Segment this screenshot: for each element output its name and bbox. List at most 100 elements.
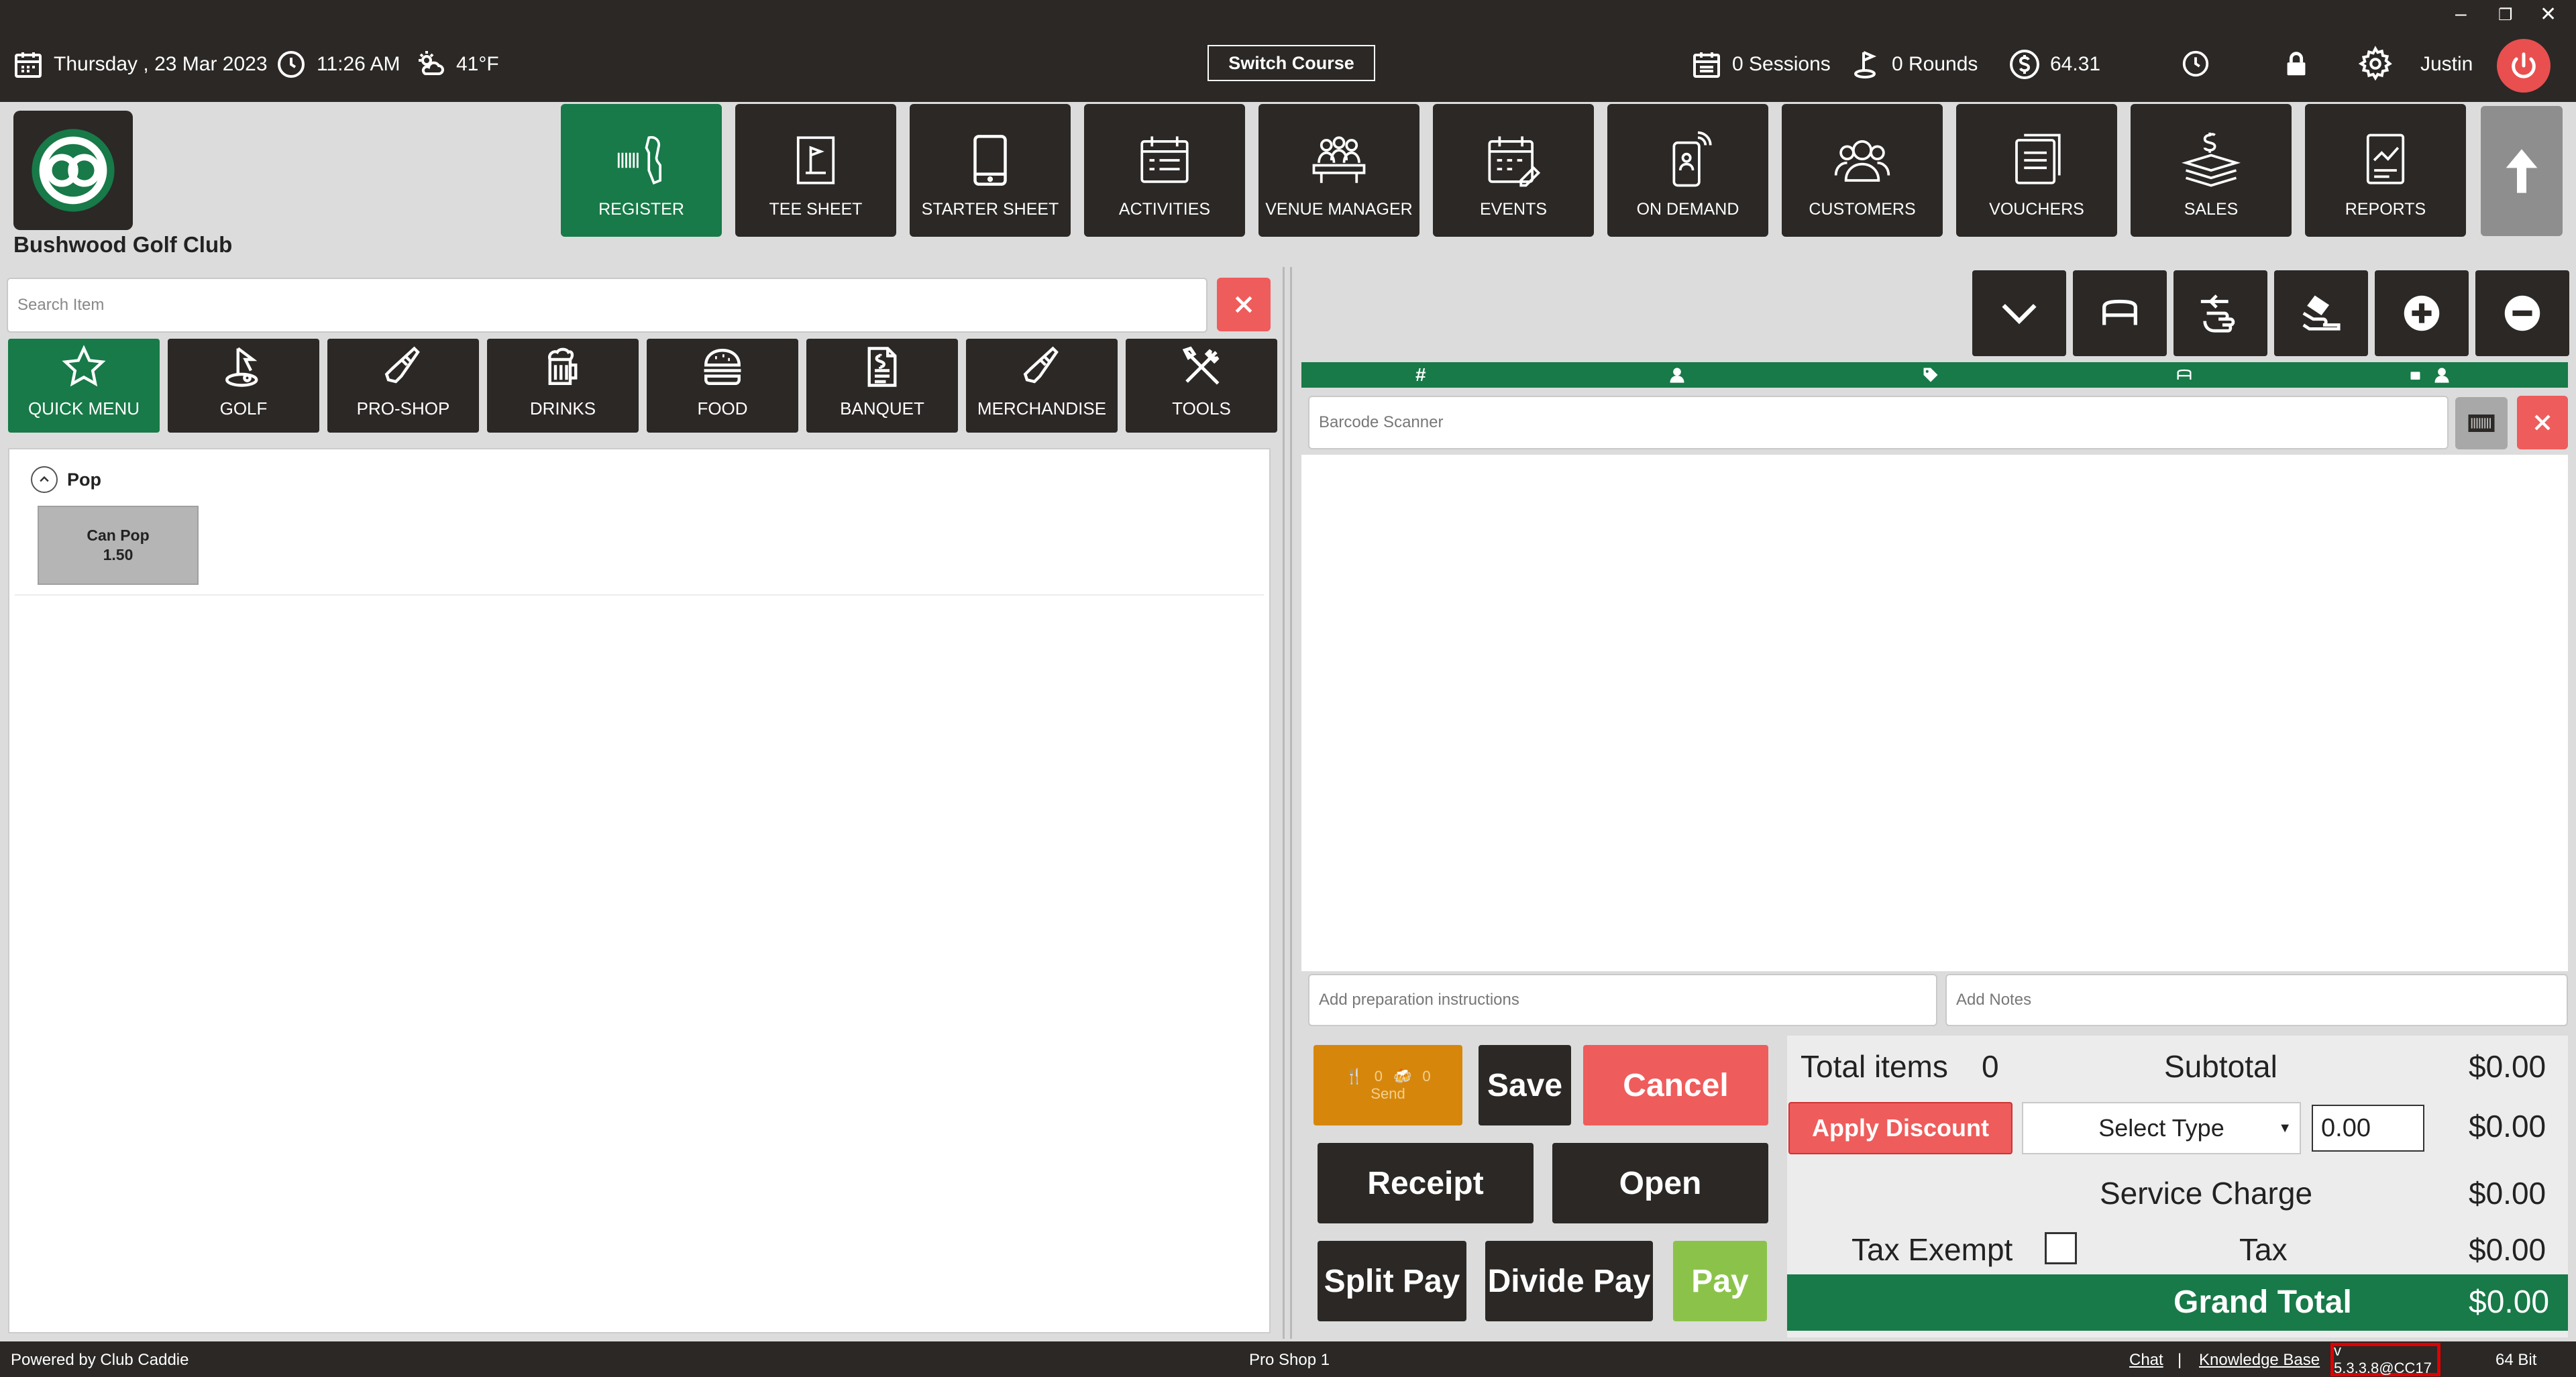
nav-label: ACTIVITIES	[1118, 200, 1211, 219]
nav-label: CUSTOMERS	[1809, 200, 1916, 219]
history-clock-icon[interactable]	[2180, 48, 2211, 79]
category-label: PRO-SHOP	[356, 398, 450, 419]
sessions-calendar-icon	[1693, 52, 1720, 78]
collapse-header-button[interactable]	[2481, 106, 2563, 236]
tablet-icon	[973, 135, 1007, 186]
category-drinks[interactable]: DRINKS	[487, 339, 639, 433]
order-notes-input[interactable]	[1945, 974, 2568, 1026]
nav-sales[interactable]: SALES	[2131, 104, 2292, 237]
logout-button[interactable]	[2497, 39, 2551, 93]
category-label: GOLF	[219, 398, 268, 419]
tax-exempt-label: Tax Exempt	[1851, 1232, 2013, 1267]
category-banquet[interactable]: BANQUET	[806, 339, 958, 433]
beer-icon	[548, 347, 578, 385]
menu-item-tile[interactable]: Can Pop 1.50	[38, 506, 199, 585]
search-item-input[interactable]	[7, 278, 1208, 333]
category-label: DRINKS	[529, 398, 596, 419]
nav-customers[interactable]: CUSTOMERS	[1782, 104, 1943, 237]
category-label: QUICK MENU	[28, 398, 140, 419]
close-window-icon[interactable]: ✕	[2540, 3, 2557, 26]
close-icon	[1235, 296, 1252, 313]
collapse-group-button[interactable]	[31, 466, 58, 493]
category-label: FOOD	[697, 398, 748, 419]
preparation-instructions-input[interactable]	[1308, 974, 1937, 1026]
column-user-icon	[1668, 362, 1686, 388]
discount-amount-input[interactable]: 0.00	[2312, 1105, 2424, 1152]
category-pro-shop[interactable]: PRO-SHOP	[327, 339, 479, 433]
chevron-down-icon	[2002, 304, 2037, 325]
phone-icon	[1672, 131, 1712, 187]
category-quick-menu[interactable]: QUICK MENU	[8, 339, 160, 433]
cancel-button[interactable]: Cancel	[1583, 1045, 1768, 1125]
clear-search-button[interactable]	[1217, 278, 1271, 331]
bitness-label: 64 Bit	[2496, 1351, 2537, 1369]
clear-barcode-button[interactable]	[2517, 396, 2568, 449]
category-golf[interactable]: GOLF	[168, 339, 319, 433]
date-day: Thursday ,	[54, 53, 149, 75]
chevron-up-icon	[40, 476, 49, 482]
order-column-header: #	[1301, 362, 2568, 388]
switch-course-button[interactable]: Switch Course	[1208, 45, 1375, 81]
discount-type-select[interactable]: Select Type ▼	[2022, 1102, 2301, 1154]
minimize-icon[interactable]: –	[2455, 3, 2467, 25]
gear-icon[interactable]	[2357, 46, 2394, 82]
nav-label: REGISTER	[598, 200, 684, 219]
nav-label: TEE SHEET	[769, 200, 863, 219]
grand-total-label: Grand Total	[2174, 1284, 2352, 1320]
category-merchandise[interactable]: MERCHANDISE	[966, 339, 1118, 433]
lock-icon[interactable]	[2281, 48, 2312, 79]
money-icon	[2181, 132, 2241, 187]
nav-tee-sheet[interactable]: TEE SHEET	[735, 104, 896, 237]
club-caddie-logo-icon	[32, 129, 115, 212]
split-pay-button[interactable]: Split Pay	[1318, 1241, 1466, 1321]
subtotal-label: Subtotal	[2164, 1049, 2277, 1084]
open-button[interactable]: Open	[1552, 1143, 1768, 1223]
column-seat-icon	[2408, 362, 2451, 388]
item-group-header[interactable]: Pop	[31, 464, 101, 495]
user-name[interactable]: Justin	[2420, 46, 2473, 83]
dollar-icon	[2010, 50, 2039, 79]
hand-card-button[interactable]	[2274, 270, 2368, 356]
nav-starter-sheet[interactable]: STARTER SHEET	[910, 104, 1071, 237]
transfer-order-button[interactable]	[2174, 270, 2267, 356]
top-bar: – ❐ ✕ Thursday , 23 Mar 2023 11:26 AM 41…	[0, 0, 2576, 102]
hand-pointer-icon	[2200, 294, 2235, 333]
nav-events[interactable]: EVENTS	[1433, 104, 1594, 237]
restore-icon[interactable]: ❐	[2498, 5, 2513, 25]
increase-quantity-button[interactable]	[2375, 270, 2469, 356]
tax-value: $0.00	[2469, 1232, 2546, 1267]
group-divider	[15, 594, 1264, 596]
panel-splitter[interactable]	[1283, 267, 1292, 1339]
order-items-list	[1301, 455, 2568, 971]
column-number-icon: #	[1415, 364, 1426, 385]
barcode-scan-button[interactable]	[2455, 397, 2508, 449]
category-food[interactable]: FOOD	[647, 339, 798, 433]
table-button[interactable]	[2073, 270, 2167, 356]
pay-button[interactable]: Pay	[1673, 1241, 1767, 1321]
nav-register[interactable]: REGISTER	[561, 104, 722, 237]
balance-display[interactable]: 64.31	[2008, 46, 2100, 83]
tax-exempt-checkbox[interactable]	[2045, 1232, 2077, 1264]
expand-order-button[interactable]	[1972, 270, 2066, 356]
rounds-display[interactable]: 0 Rounds	[1850, 46, 1978, 83]
divide-pay-button[interactable]: Divide Pay	[1485, 1241, 1653, 1321]
nav-venue-manager[interactable]: VENUE MANAGER	[1258, 104, 1419, 237]
nav-reports[interactable]: REPORTS	[2305, 104, 2466, 237]
apply-discount-button[interactable]: Apply Discount	[1788, 1102, 2012, 1154]
decrease-quantity-button[interactable]	[2475, 270, 2569, 356]
sessions-display[interactable]: 0 Sessions	[1690, 46, 1831, 83]
category-tools[interactable]: TOOLS	[1126, 339, 1277, 433]
barcode-scanner-input[interactable]	[1308, 396, 2449, 449]
knowledge-base-link[interactable]: Knowledge Base	[2199, 1351, 2320, 1370]
receipt-button[interactable]: Receipt	[1318, 1143, 1534, 1223]
nav-label: VOUCHERS	[1989, 200, 2084, 219]
weather-text: 41°F	[456, 53, 499, 75]
chat-link[interactable]: Chat	[2129, 1351, 2163, 1370]
send-order-button[interactable]: 🍴 0 🍻 0 Send	[1313, 1045, 1462, 1125]
minus-circle-icon	[2504, 295, 2540, 331]
save-button[interactable]: Save	[1479, 1045, 1571, 1125]
subtotal-value: $0.00	[2469, 1049, 2546, 1084]
nav-activities[interactable]: ACTIVITIES	[1084, 104, 1245, 237]
nav-on-demand[interactable]: ON DEMAND	[1607, 104, 1768, 237]
nav-vouchers[interactable]: VOUCHERS	[1956, 104, 2117, 237]
